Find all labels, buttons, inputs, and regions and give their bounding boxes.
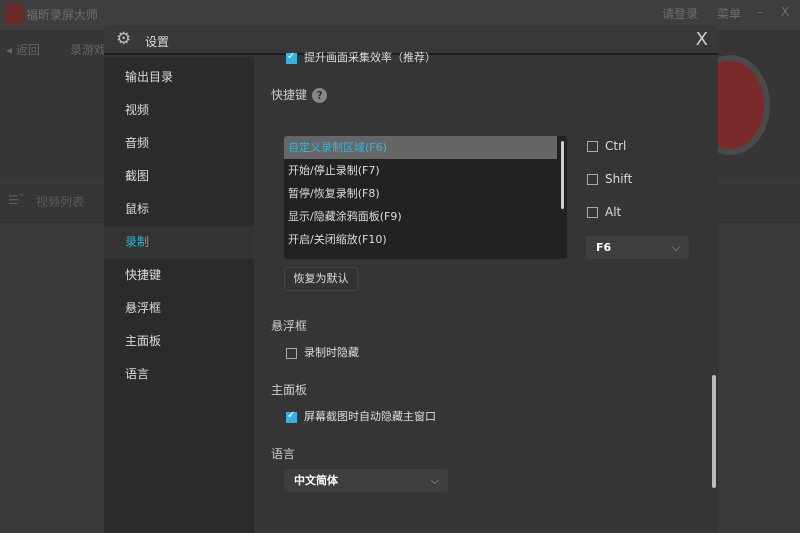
language-dropdown[interactable]: 中文简体 ⌵ bbox=[284, 469, 448, 492]
option-label: 录制时隐藏 bbox=[304, 346, 359, 359]
sidebar-item-video[interactable]: 视频 bbox=[104, 94, 254, 127]
dialog-title: 设置 bbox=[145, 35, 170, 49]
checkbox[interactable] bbox=[587, 141, 598, 152]
hotkey-list[interactable]: 自定义录制区域(F6) 开始/停止录制(F7) 暂停/恢复录制(F8) 显示/隐… bbox=[284, 136, 567, 259]
sidebar-item-screenshot[interactable]: 截图 bbox=[104, 160, 254, 193]
checkbox[interactable] bbox=[587, 174, 598, 185]
minimize-button[interactable]: – bbox=[757, 5, 763, 19]
option-label: Ctrl bbox=[605, 139, 627, 153]
back-label: 返回 bbox=[15, 43, 40, 57]
checkbox[interactable] bbox=[286, 51, 297, 64]
list-icon[interactable]: ☰ˇ bbox=[8, 193, 25, 207]
option-label: 屏幕截图时自动隐藏主窗口 bbox=[304, 410, 436, 423]
shift-option[interactable]: Shift bbox=[587, 172, 632, 186]
hotkey-item[interactable]: 显示/隐藏涂鸦面板(F9) bbox=[284, 205, 557, 228]
hide-while-recording-option[interactable]: 录制时隐藏 bbox=[286, 344, 359, 360]
float-section-title: 悬浮框 bbox=[271, 319, 308, 333]
checkbox[interactable] bbox=[286, 347, 297, 359]
sidebar-item-hotkeys[interactable]: 快捷键 bbox=[104, 259, 254, 292]
alt-option[interactable]: Alt bbox=[587, 205, 621, 219]
help-icon[interactable]: ? bbox=[312, 88, 328, 103]
sidebar-item-output[interactable]: 输出目录 bbox=[104, 61, 254, 94]
option-label: Shift bbox=[605, 172, 633, 186]
back-button[interactable]: ◂ 返回 bbox=[6, 41, 40, 58]
app-logo bbox=[6, 3, 23, 25]
hotkey-item[interactable]: 开启/关闭缩放(F10) bbox=[284, 228, 557, 251]
settings-sidebar: 输出目录 视频 音频 截图 鼠标 录制 快捷键 悬浮框 主面板 语言 bbox=[104, 57, 254, 533]
sidebar-item-panel[interactable]: 主面板 bbox=[104, 325, 254, 358]
key-dropdown[interactable]: F6 ⌵ bbox=[586, 236, 689, 259]
ctrl-option[interactable]: Ctrl bbox=[587, 139, 626, 153]
close-icon[interactable]: X bbox=[696, 29, 708, 50]
dropdown-value: 中文简体 bbox=[294, 474, 338, 487]
sidebar-item-float[interactable]: 悬浮框 bbox=[104, 292, 254, 325]
menu-button[interactable]: 菜单 bbox=[717, 5, 741, 22]
hotkey-item[interactable]: 开始/停止录制(F7) bbox=[284, 159, 557, 182]
panel-section-title: 主面板 bbox=[271, 383, 308, 397]
chevron-down-icon: ⌵ bbox=[671, 241, 680, 254]
login-link[interactable]: 请登录 bbox=[662, 5, 698, 22]
sidebar-item-language[interactable]: 语言 bbox=[104, 358, 254, 391]
section-title: 快捷键 bbox=[271, 88, 308, 102]
language-section-title: 语言 bbox=[271, 447, 296, 461]
hotkey-item[interactable]: 自定义录制区域(F6) bbox=[284, 136, 557, 159]
gear-icon: ⚙ bbox=[116, 29, 132, 49]
sidebar-item-record[interactable]: 录制 bbox=[104, 226, 254, 259]
content-scrollbar[interactable] bbox=[712, 375, 716, 488]
checkbox[interactable] bbox=[286, 410, 297, 423]
video-list-label[interactable]: 视频列表 bbox=[36, 193, 84, 210]
settings-dialog: ⚙ 设置 X 输出目录 视频 音频 截图 鼠标 录制 快捷键 悬浮框 主面板 语… bbox=[104, 25, 718, 533]
hotkey-list-scrollbar[interactable] bbox=[561, 141, 564, 209]
reset-default-button[interactable]: 恢复为默认 bbox=[284, 267, 358, 291]
hotkeys-section: 快捷键? bbox=[271, 86, 328, 103]
auto-hide-option[interactable]: 屏幕截图时自动隐藏主窗口 bbox=[286, 408, 436, 424]
option-label: Alt bbox=[605, 205, 622, 219]
record-game-tab[interactable]: 录游戏 bbox=[70, 41, 106, 58]
capture-efficiency-option[interactable]: 提升画面采集效率（推荐） bbox=[286, 49, 436, 65]
app-title: 福昕录屏大师 bbox=[26, 8, 99, 22]
chevron-down-icon: ⌵ bbox=[430, 474, 439, 487]
sidebar-item-audio[interactable]: 音频 bbox=[104, 127, 254, 160]
settings-content: 提升画面采集效率（推荐） 快捷键? 自定义录制区域(F6) 开始/停止录制(F7… bbox=[254, 51, 718, 533]
option-label: 提升画面采集效率（推荐） bbox=[304, 51, 436, 64]
sidebar-item-mouse[interactable]: 鼠标 bbox=[104, 193, 254, 226]
dropdown-value: F6 bbox=[596, 241, 612, 254]
checkbox[interactable] bbox=[587, 207, 598, 218]
hotkey-item[interactable]: 暂停/恢复录制(F8) bbox=[284, 182, 557, 205]
app-close-button[interactable]: X bbox=[781, 5, 789, 19]
